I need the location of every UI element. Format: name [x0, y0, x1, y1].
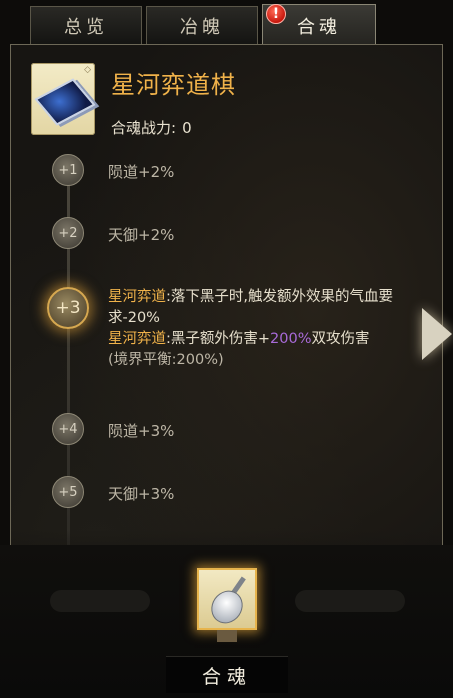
level-text-2: 天御+2%: [108, 226, 175, 244]
balance-note: (境界平衡:200%): [108, 352, 224, 368]
next-arrow-icon[interactable]: [422, 308, 452, 360]
level-node-4[interactable]: +4: [52, 413, 84, 445]
level-node-3[interactable]: +3: [47, 287, 89, 329]
alert-icon: !: [266, 4, 286, 24]
skill-desc-2a: :黑子额外伤害+: [166, 331, 271, 347]
level-node-5[interactable]: +5: [52, 476, 84, 508]
detail-line-1: 星河弈道:落下黑子时,触发额外效果的气血要求-20%: [108, 287, 418, 329]
skill-desc-2b: 双攻伤害: [311, 331, 370, 347]
lute-icon: [204, 584, 250, 630]
level-text-1: 陨道+2%: [108, 163, 175, 181]
corner-mark-icon: ◇: [84, 65, 91, 75]
level-text-4: 陨道+3%: [108, 422, 175, 440]
skill-name: 星河弈道: [108, 289, 166, 305]
skill-name-2: 星河弈道: [108, 331, 166, 347]
right-slot-bar: [295, 590, 405, 612]
tab-overview[interactable]: 总览: [30, 6, 142, 44]
merge-power: 合魂战力: 0: [111, 117, 192, 138]
merge-button[interactable]: 合魂: [166, 656, 288, 693]
item-name: 星河弈道棋: [111, 71, 236, 99]
level-text-5: 天御+3%: [108, 485, 175, 503]
damage-highlight: 200%: [270, 331, 312, 347]
power-label: 合魂战力:: [111, 119, 177, 137]
power-value: 0: [182, 119, 192, 137]
slot-pedestal: [217, 630, 237, 642]
item-icon[interactable]: ◇: [31, 63, 96, 135]
level-detail-3: 星河弈道:落下黑子时,触发额外效果的气血要求-20% 星河弈道:黑子额外伤害+2…: [108, 287, 418, 371]
detail-line-2: 星河弈道:黑子额外伤害+200%双攻伤害: [108, 329, 418, 350]
level-node-1[interactable]: +1: [52, 154, 84, 186]
go-board-icon: [34, 78, 96, 126]
material-slot[interactable]: [197, 568, 257, 630]
tab-bar: 总览 冶魄 合魂 !: [28, 4, 378, 46]
level-node-2[interactable]: +2: [52, 217, 84, 249]
left-slot-bar: [50, 590, 150, 612]
tab-refine[interactable]: 冶魄: [146, 6, 258, 44]
